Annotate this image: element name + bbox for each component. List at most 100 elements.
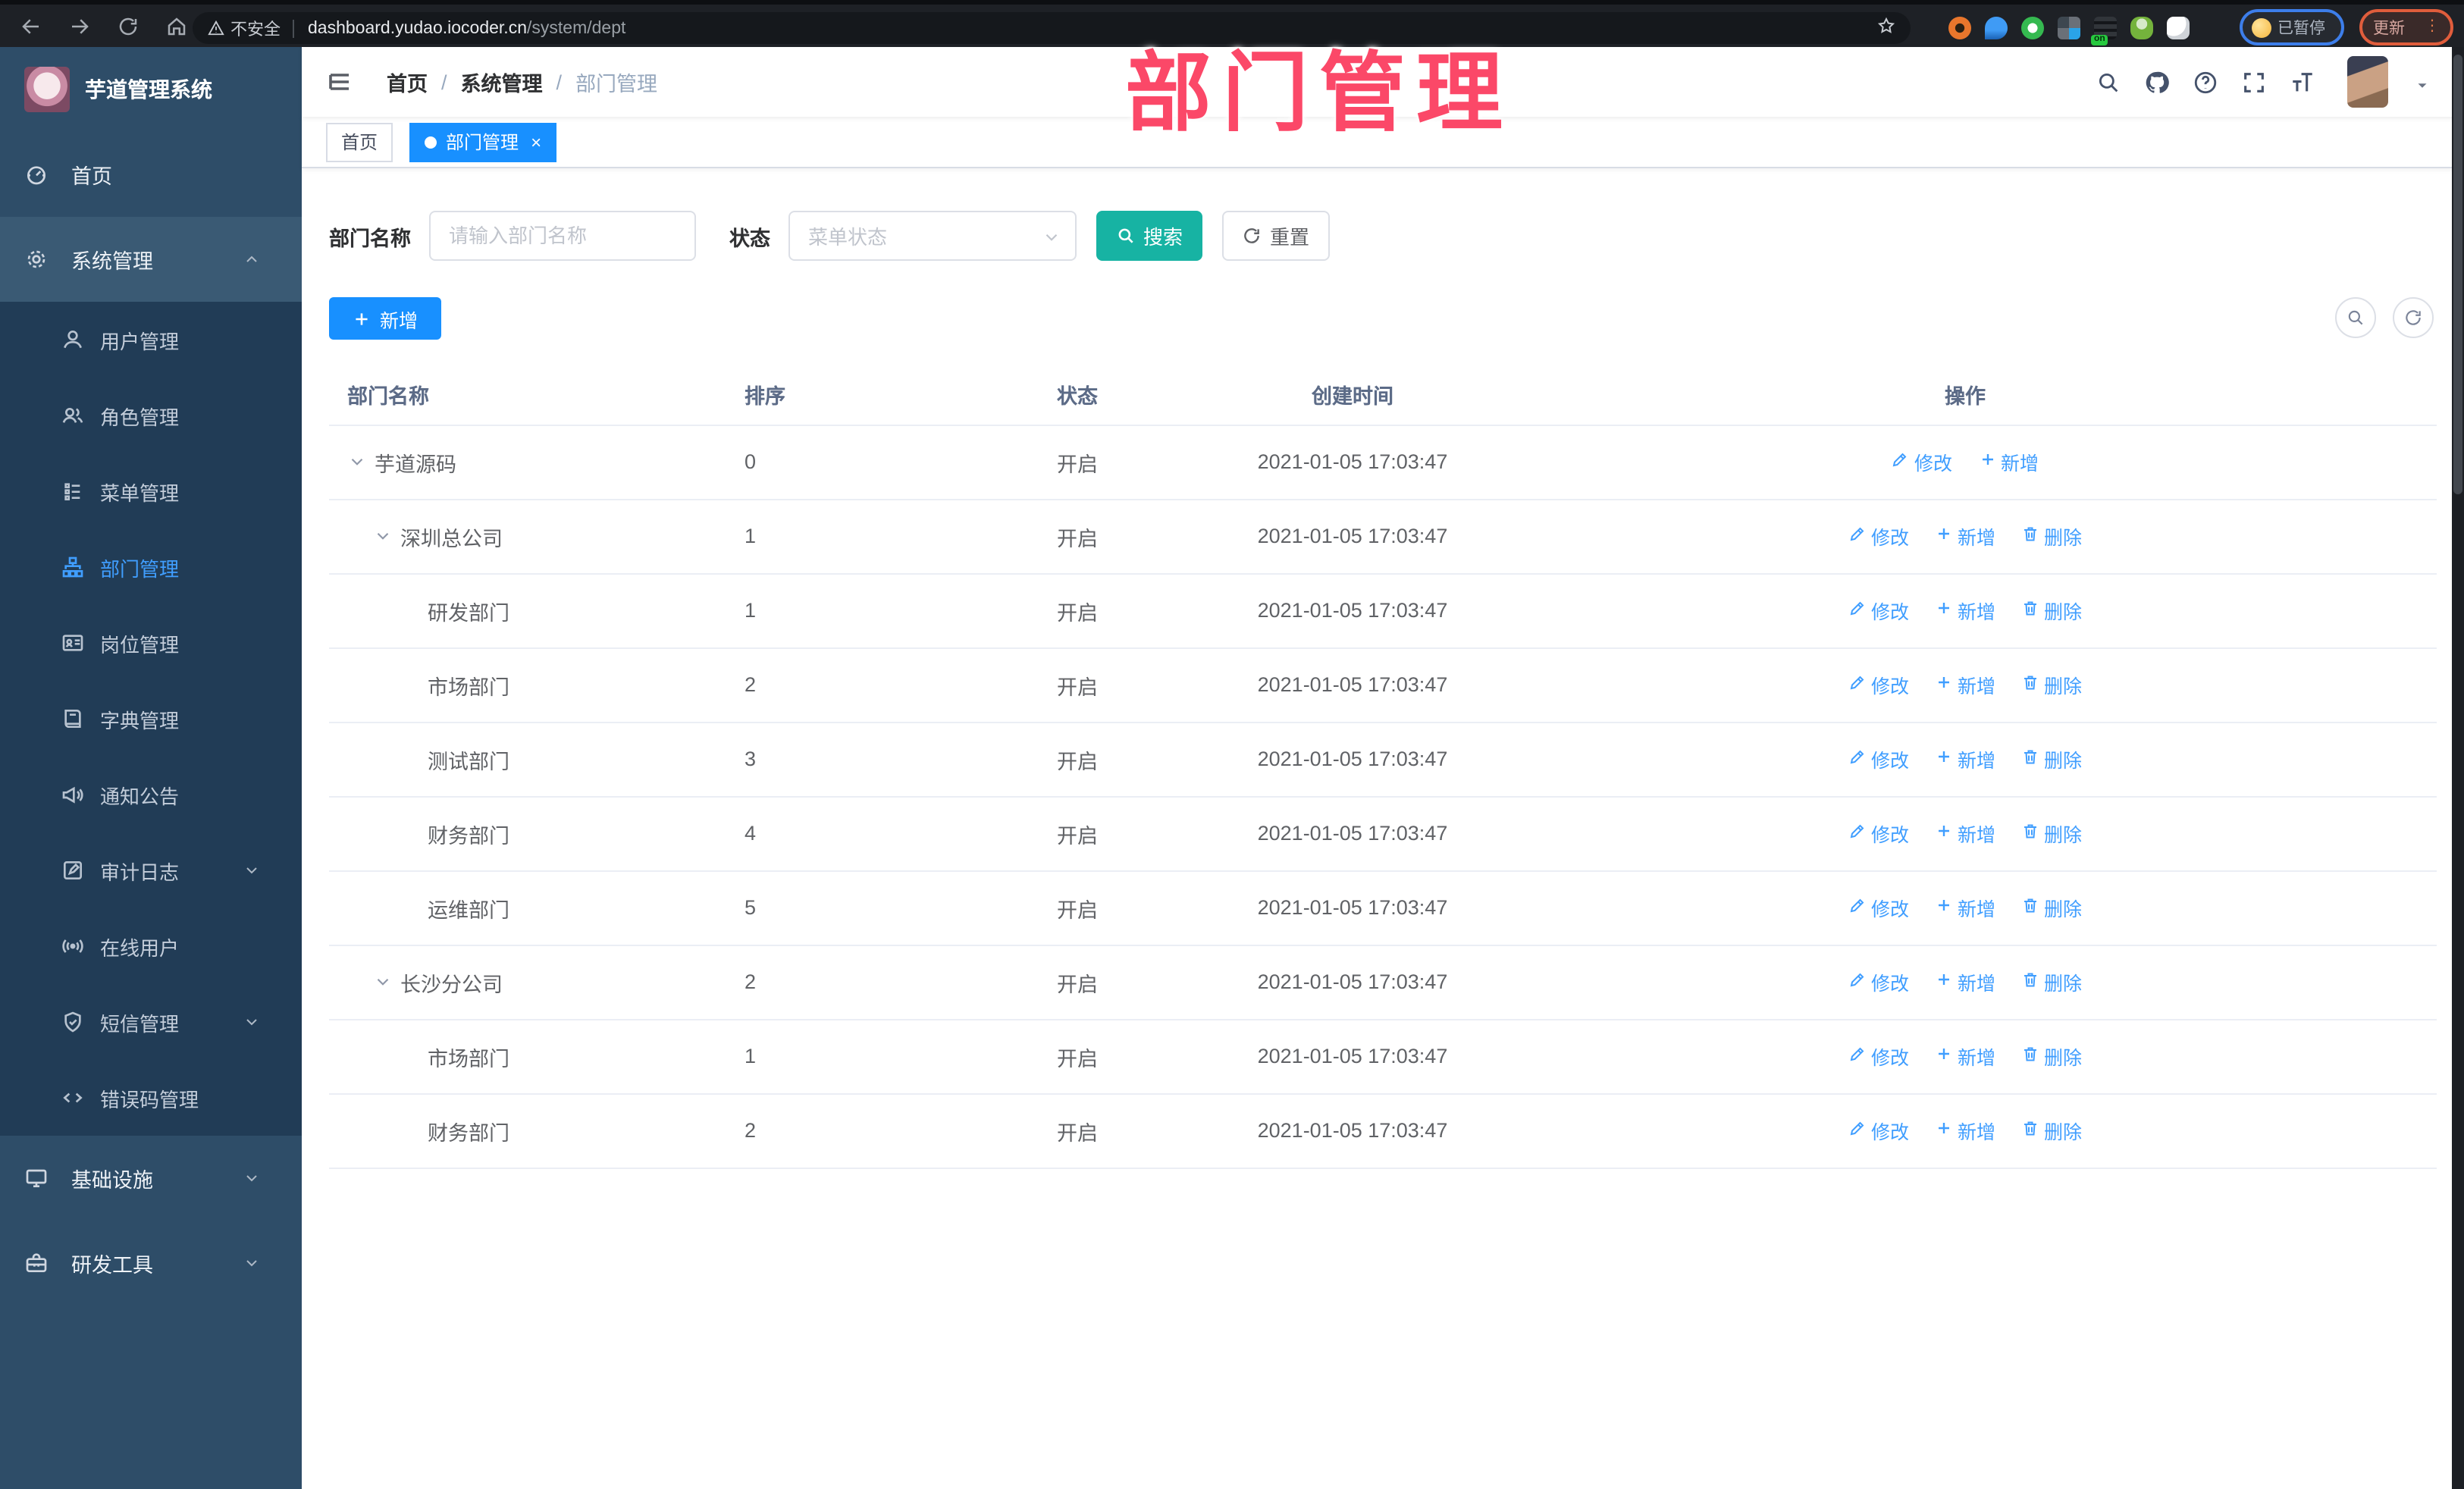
avatar[interactable] <box>2347 56 2388 108</box>
sidebar-item-错误码管理[interactable]: 错误码管理 <box>0 1060 302 1136</box>
bookmark-star-icon[interactable] <box>1877 17 1895 39</box>
page-scrollbar[interactable] <box>2452 47 2464 1489</box>
help-icon[interactable] <box>2193 69 2218 95</box>
sidebar-item-系统管理[interactable]: 系统管理 <box>0 217 302 302</box>
sidebar-item-角色管理[interactable]: 角色管理 <box>0 378 302 453</box>
dashboard-icon <box>24 162 49 187</box>
back-icon[interactable] <box>12 8 49 44</box>
sidebar-item-首页[interactable]: 首页 <box>0 132 302 217</box>
sidebar-item-菜单管理[interactable]: 菜单管理 <box>0 453 302 529</box>
sidebar-item-基础设施[interactable]: 基础设施 <box>0 1136 302 1221</box>
action-新增-button[interactable]: 新增 <box>1935 893 1995 922</box>
extension-pin-icon[interactable] <box>1985 17 2008 39</box>
breadcrumb-item-首页[interactable]: 首页 <box>387 67 428 97</box>
show-search-toggle-button[interactable] <box>2335 297 2376 338</box>
tag-label: 部门管理 <box>446 132 519 153</box>
action-修改-button[interactable]: 修改 <box>1848 893 1909 922</box>
edit-icon <box>1848 525 1867 547</box>
refresh-table-button[interactable] <box>2393 297 2434 338</box>
action-修改-button[interactable]: 修改 <box>1848 522 1909 550</box>
dept-name-input[interactable] <box>429 211 696 261</box>
action-新增-button[interactable]: 新增 <box>1935 819 1995 848</box>
action-删除-button[interactable]: 删除 <box>2021 744 2082 773</box>
action-新增-button[interactable]: 新增 <box>1935 967 1995 996</box>
action-修改-button[interactable]: 修改 <box>1848 819 1909 848</box>
action-label: 删除 <box>2044 825 2083 846</box>
breadcrumb-item-系统管理[interactable]: 系统管理 <box>461 67 543 97</box>
sidebar-item-审计日志[interactable]: 审计日志 <box>0 832 302 908</box>
extension-orange-icon[interactable] <box>1948 17 1971 39</box>
fullscreen-icon[interactable] <box>2241 69 2267 95</box>
app-logo-row[interactable]: 芋道管理系统 <box>0 47 302 132</box>
action-修改-button[interactable]: 修改 <box>1848 596 1909 625</box>
sidebar-item-通知公告[interactable]: 通知公告 <box>0 757 302 832</box>
row-expand-icon[interactable] <box>373 970 396 993</box>
action-删除-button[interactable]: 删除 <box>2021 967 2082 996</box>
dept-name-label: 部门名称 <box>329 227 411 249</box>
cell-sort: 4 <box>726 796 1039 871</box>
action-删除-button[interactable]: 删除 <box>2021 522 2082 550</box>
edit-icon <box>1892 450 1910 473</box>
action-新增-button[interactable]: 新增 <box>1978 447 2039 476</box>
action-修改-button[interactable]: 修改 <box>1848 1042 1909 1071</box>
scrollbar-thumb[interactable] <box>2453 55 2462 494</box>
extension-green-check-icon[interactable] <box>2021 17 2044 39</box>
action-新增-button[interactable]: 新增 <box>1935 522 1995 550</box>
github-icon[interactable] <box>2144 69 2170 95</box>
action-修改-button[interactable]: 修改 <box>1848 1116 1909 1145</box>
action-新增-button[interactable]: 新增 <box>1935 670 1995 699</box>
action-修改-button[interactable]: 修改 <box>1892 447 1952 476</box>
reload-icon[interactable] <box>109 8 146 44</box>
home-icon[interactable] <box>158 8 194 44</box>
action-修改-button[interactable]: 修改 <box>1848 744 1909 773</box>
extension-list-on-icon[interactable]: on <box>2091 17 2117 45</box>
caret-down-icon[interactable] <box>2414 74 2431 90</box>
status-select[interactable]: 菜单状态 <box>788 211 1077 261</box>
profile-paused-chip[interactable]: 已暂停 <box>2240 9 2344 45</box>
action-修改-button[interactable]: 修改 <box>1848 670 1909 699</box>
sidebar-item-字典管理[interactable]: 字典管理 <box>0 681 302 757</box>
action-删除-button[interactable]: 删除 <box>2021 596 2082 625</box>
sidebar-item-岗位管理[interactable]: 岗位管理 <box>0 605 302 681</box>
row-expand-icon[interactable] <box>373 525 396 547</box>
action-修改-button[interactable]: 修改 <box>1848 967 1909 996</box>
cell-status: 开启 <box>1039 722 1212 797</box>
font-size-icon[interactable] <box>2290 69 2315 95</box>
column-header-操作: 操作 <box>1494 364 2437 425</box>
extension-person-icon[interactable] <box>2130 17 2153 39</box>
sidebar-item-在线用户[interactable]: 在线用户 <box>0 908 302 984</box>
forward-icon[interactable] <box>61 8 97 44</box>
action-新增-button[interactable]: 新增 <box>1935 1042 1995 1071</box>
sidebar-item-部门管理[interactable]: 部门管理 <box>0 529 302 605</box>
action-新增-button[interactable]: 新增 <box>1935 596 1995 625</box>
cell-created: 2021-01-05 17:03:47 <box>1212 573 1494 648</box>
tag-部门管理[interactable]: 部门管理 × <box>409 122 557 161</box>
action-新增-button[interactable]: 新增 <box>1935 1116 1995 1145</box>
action-删除-button[interactable]: 删除 <box>2021 819 2082 848</box>
sidebar-item-用户管理[interactable]: 用户管理 <box>0 302 302 378</box>
sidebar-item-研发工具[interactable]: 研发工具 <box>0 1221 302 1306</box>
tag-首页[interactable]: 首页 <box>326 122 393 161</box>
tag-close-icon[interactable]: × <box>531 133 541 151</box>
action-删除-button[interactable]: 删除 <box>2021 1042 2082 1071</box>
address-bar[interactable]: 不安全 dashboard.yudao.iocoder.cn /system/d… <box>193 12 1911 44</box>
row-expand-icon[interactable] <box>347 450 370 473</box>
sidebar-item-短信管理[interactable]: 短信管理 <box>0 984 302 1060</box>
extension-grid-icon[interactable] <box>2058 17 2080 39</box>
browser-update-button[interactable]: 更新 ⋮ <box>2359 9 2453 45</box>
sidebar-item-label: 角色管理 <box>100 406 180 428</box>
hamburger-icon[interactable] <box>326 68 353 96</box>
sidebar-item-label: 在线用户 <box>100 936 180 959</box>
action-删除-button[interactable]: 删除 <box>2021 893 2082 922</box>
not-secure-warning-icon <box>208 20 224 36</box>
reset-button[interactable]: 重置 <box>1222 211 1330 261</box>
search-icon[interactable] <box>2096 69 2121 95</box>
search-button[interactable]: 搜索 <box>1096 211 1202 261</box>
extension-puzzle-icon[interactable] <box>2167 17 2190 39</box>
add-button[interactable]: 新增 <box>329 297 441 340</box>
dept-name: 财务部门 <box>428 824 509 847</box>
edit-icon <box>1848 970 1867 993</box>
action-删除-button[interactable]: 删除 <box>2021 670 2082 699</box>
action-新增-button[interactable]: 新增 <box>1935 744 1995 773</box>
action-删除-button[interactable]: 删除 <box>2021 1116 2082 1145</box>
